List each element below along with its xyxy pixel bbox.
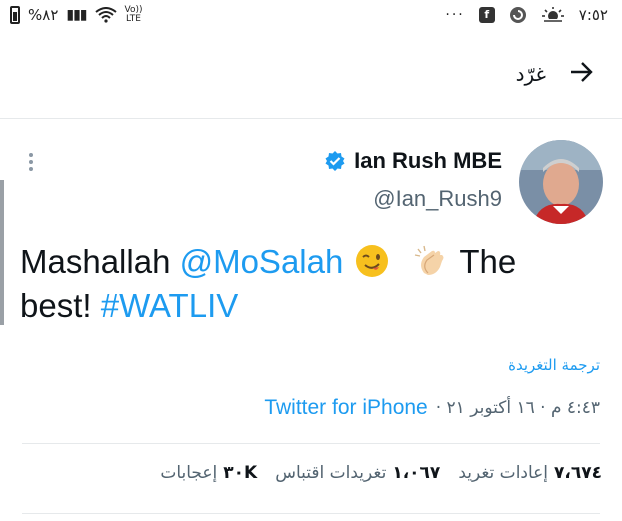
winking-face-emoji-icon [356,245,389,277]
likes-label: إعجابات [160,463,218,483]
clock: ٧:٥٢ [578,6,608,24]
translate-tweet-link[interactable]: ترجمة التغريدة [508,356,600,374]
tweet-stats: ٧،٦٧٤ إعادات تغريد ١،٠٦٧ تغريدات اقتباس … [160,463,602,483]
battery-percent: %٨٢ [28,6,59,24]
more-options-icon[interactable] [26,152,36,172]
meta-divider [22,443,600,444]
clapping-hands-emoji-icon [415,245,444,275]
overflow-notifications-icon: ··· [445,7,465,23]
author-name-row[interactable]: Ian Rush MBE [324,148,502,174]
status-bar-left: %٨٢ ▮▮▮ Vo)) LTE [10,6,143,24]
tweet-timestamp[interactable]: ٤:٤٣ م · ١٦ أكتوبر ٢١ · [436,398,600,418]
header-divider [0,118,622,119]
retweets-count: ٧،٦٧٤ [554,463,602,483]
status-bar: %٨٢ ▮▮▮ Vo)) LTE ··· f ٧:٥٢ [0,0,622,34]
status-bar-right: ··· f ٧:٥٢ [445,6,608,24]
author-handle[interactable]: @Ian_Rush9 [373,186,502,212]
likes-stat[interactable]: ٣٠K إعجابات [160,463,257,483]
likes-count: ٣٠K [223,463,258,483]
lte-label: LTE [126,14,141,24]
hashtag-link[interactable]: #WATLIV [101,287,239,324]
retweets-label: إعادات تغريد [458,463,549,483]
vpn-icon [509,7,526,23]
weather-icon [541,7,564,24]
signal-icon: ▮▮▮ [66,7,87,23]
tweet-text-part1: Mashallah [20,243,180,280]
tweet-text: Mashallah @MoSalah The best! #WATLIV [20,240,590,328]
stats-divider [22,513,600,514]
battery-icon [10,6,20,24]
mention-link[interactable]: @MoSalah [180,243,344,280]
quotes-stat[interactable]: ١،٠٦٧ تغريدات اقتباس [275,463,440,483]
facebook-icon: f [478,7,495,23]
verified-badge-icon [325,151,345,171]
tweet-header: غرّد [0,52,622,102]
volte-icon: Vo)) LTE [125,6,143,24]
quotes-count: ١،٠٦٧ [392,463,441,483]
author-display-name: Ian Rush MBE [354,148,502,173]
retweets-stat[interactable]: ٧،٦٧٤ إعادات تغريد [458,463,602,483]
page-title: غرّد [515,62,546,86]
tweet-source-link[interactable]: Twitter for iPhone [264,396,427,420]
wifi-icon [94,7,117,23]
scroll-indicator [0,180,4,325]
back-arrow-icon[interactable] [566,58,596,88]
quotes-label: تغريدات اقتباس [275,463,387,483]
tweet-meta-row: Twitter for iPhone ٤:٤٣ م · ١٦ أكتوبر ٢١… [264,396,600,420]
avatar[interactable] [519,140,603,224]
